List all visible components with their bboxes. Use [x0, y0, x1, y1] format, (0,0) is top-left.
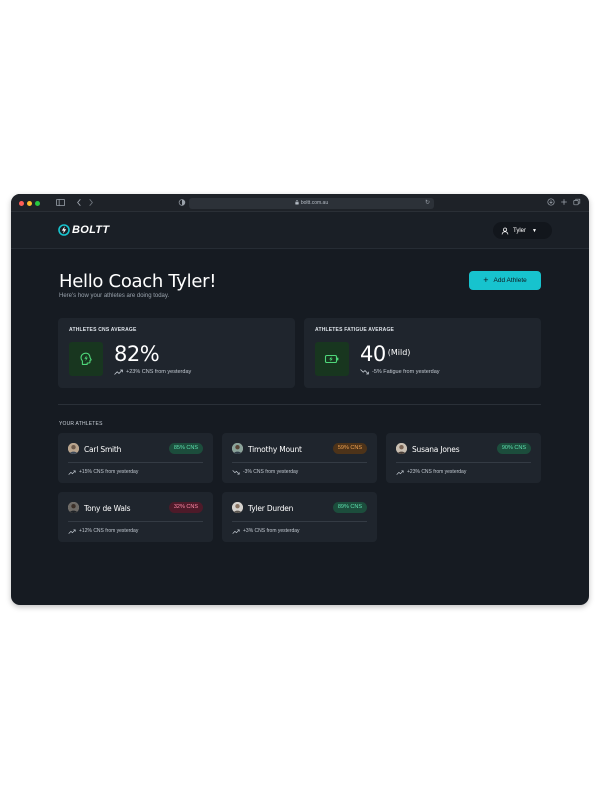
tab-overview-icon[interactable] — [573, 198, 581, 206]
cns-badge: 59% CNS — [332, 443, 367, 454]
card-divider — [396, 462, 531, 463]
athlete-trend: +3% CNS from yesterday — [232, 528, 300, 534]
maximize-window-button[interactable] — [35, 201, 40, 206]
athlete-trend-text: -3% CNS from yesterday — [243, 469, 299, 475]
brand-logo[interactable]: BOLTT — [58, 224, 109, 236]
avatar — [232, 443, 243, 454]
cns-average-value: 82% — [114, 342, 160, 366]
cns-badge: 85% CNS — [168, 443, 203, 454]
user-menu-button[interactable]: Tyler ▼ — [493, 222, 552, 239]
cns-badge: 32% CNS — [168, 502, 203, 513]
card-divider — [232, 462, 367, 463]
user-name: Tyler — [513, 227, 527, 234]
athletes-section-label: YOUR ATHLETES — [59, 421, 103, 427]
avatar — [396, 443, 407, 454]
browser-toolbar: boltt.com.au ↻ — [11, 194, 589, 212]
athlete-trend: +15% CNS from yesterday — [68, 469, 138, 475]
add-athlete-label: Add Athlete — [493, 277, 527, 284]
forward-icon[interactable] — [88, 198, 94, 207]
cns-badge: 90% CNS — [496, 443, 531, 454]
athlete-name: Timothy Mount — [248, 445, 302, 454]
trend-up-icon — [68, 529, 76, 534]
cns-average-card: ATHLETES CNS AVERAGE 82% +23% CNS from y… — [58, 318, 295, 388]
trend-up-icon — [68, 470, 76, 475]
fatigue-icon-box — [315, 342, 349, 376]
cns-trend-text: +23% CNS from yesterday — [126, 369, 192, 375]
athlete-card[interactable]: Tony de Wals 32% CNS +12% CNS from yeste… — [58, 492, 213, 542]
athlete-trend: -3% CNS from yesterday — [232, 469, 298, 475]
plus-icon: + — [483, 275, 489, 285]
chevron-down-icon: ▼ — [532, 227, 537, 234]
browser-window: boltt.com.au ↻ BOLTT Tyler ▼ Hello Coach… — [11, 194, 589, 605]
athlete-trend-text: +23% CNS from yesterday — [407, 469, 467, 475]
athlete-name: Tyler Durden — [248, 504, 294, 513]
page-title: Hello Coach Tyler! — [59, 271, 217, 292]
fatigue-average-card: ATHLETES FATIGUE AVERAGE 40 (Mild) -5% Fa… — [304, 318, 541, 388]
athlete-trend-text: +12% CNS from yesterday — [79, 528, 139, 534]
fatigue-qualifier: (Mild) — [387, 348, 411, 357]
url-text: boltt.com.au — [300, 200, 329, 206]
lock-icon — [295, 198, 299, 209]
athlete-trend-text: +15% CNS from yesterday — [79, 469, 139, 475]
sidebar-toggle-icon[interactable] — [56, 198, 65, 207]
fatigue-card-title: ATHLETES FATIGUE AVERAGE — [315, 327, 395, 333]
avatar — [68, 502, 79, 513]
trend-up-icon — [396, 470, 404, 475]
athlete-name: Tony de Wals — [84, 504, 131, 513]
athlete-name: Carl Smith — [84, 445, 122, 454]
athlete-card[interactable]: Carl Smith 85% CNS +15% CNS from yesterd… — [58, 433, 213, 483]
card-divider — [232, 521, 367, 522]
cns-trend: +23% CNS from yesterday — [114, 369, 191, 375]
trend-up-icon — [232, 529, 240, 534]
athlete-name: Susana Jones — [412, 445, 460, 454]
close-window-button[interactable] — [19, 201, 24, 206]
new-tab-icon[interactable] — [560, 198, 568, 206]
page-subtitle: Here's how your athletes are doing today… — [59, 293, 170, 299]
trend-down-icon — [232, 469, 240, 474]
athlete-trend: +23% CNS from yesterday — [396, 469, 466, 475]
minimize-window-button[interactable] — [27, 201, 32, 206]
add-athlete-button[interactable]: + Add Athlete — [469, 271, 541, 290]
fatigue-average-value: 40 (Mild) — [360, 342, 410, 366]
card-divider — [68, 521, 203, 522]
section-divider — [58, 404, 541, 405]
bolt-logo-icon — [58, 224, 70, 236]
athlete-card[interactable]: Timothy Mount 59% CNS -3% CNS from yeste… — [222, 433, 377, 483]
fatigue-trend: -5% Fatigue from yesterday — [360, 369, 440, 375]
trend-up-icon — [114, 369, 123, 375]
user-icon — [501, 227, 509, 235]
brand-name: BOLTT — [72, 224, 110, 236]
avatar — [232, 502, 243, 513]
brain-bolt-icon — [80, 352, 92, 365]
reload-icon[interactable]: ↻ — [425, 198, 430, 209]
avatar — [68, 443, 79, 454]
cns-card-title: ATHLETES CNS AVERAGE — [69, 327, 137, 333]
battery-bolt-icon — [324, 354, 339, 364]
fatigue-trend-text: -5% Fatigue from yesterday — [372, 369, 440, 375]
card-divider — [68, 462, 203, 463]
fatigue-value-number: 40 — [360, 342, 386, 366]
cns-badge: 89% CNS — [332, 502, 367, 513]
athlete-trend-text: +3% CNS from yesterday — [243, 528, 300, 534]
app-navbar: BOLTT Tyler ▼ — [11, 212, 589, 249]
privacy-shield-icon[interactable] — [178, 198, 186, 207]
download-icon[interactable] — [547, 198, 555, 206]
back-icon[interactable] — [76, 198, 82, 207]
address-bar[interactable]: boltt.com.au ↻ — [189, 198, 434, 209]
athlete-trend: +12% CNS from yesterday — [68, 528, 138, 534]
cns-icon-box — [69, 342, 103, 376]
trend-down-icon — [360, 369, 369, 375]
athlete-card[interactable]: Tyler Durden 89% CNS +3% CNS from yester… — [222, 492, 377, 542]
athlete-card[interactable]: Susana Jones 90% CNS +23% CNS from yeste… — [386, 433, 541, 483]
